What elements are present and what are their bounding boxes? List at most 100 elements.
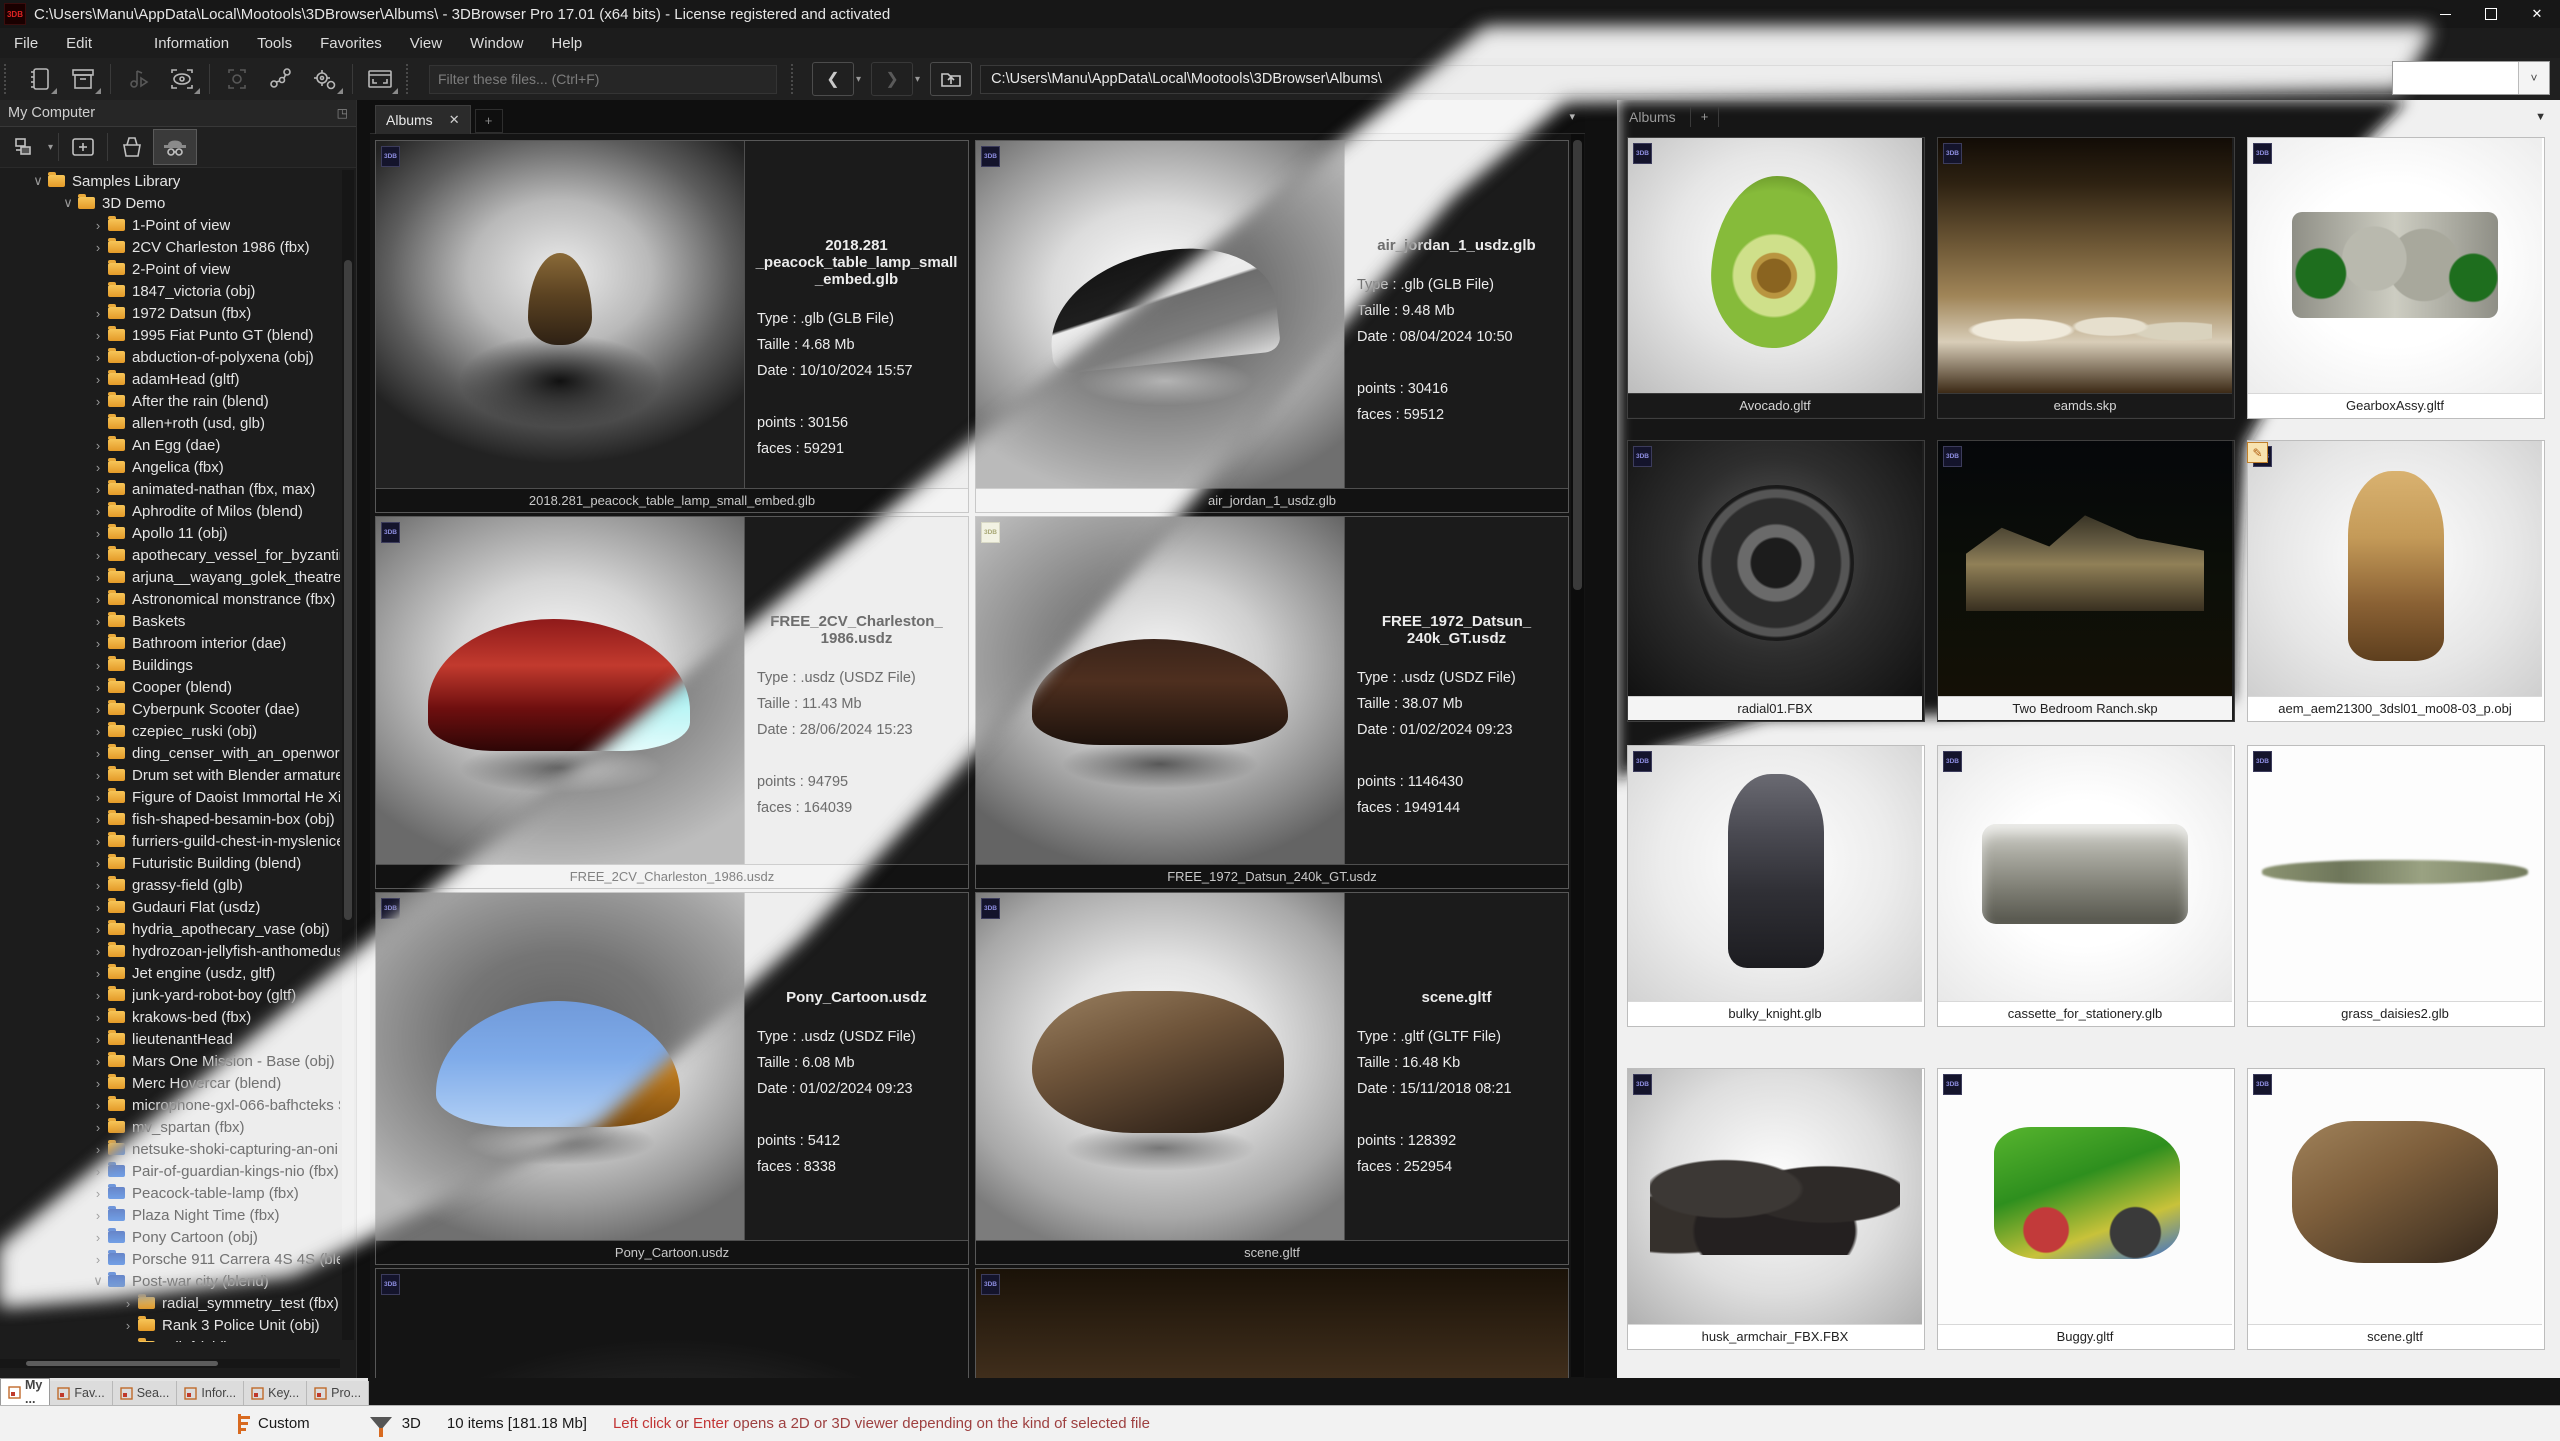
- tree-horizontal-scrollbar[interactable]: [0, 1359, 340, 1368]
- lock-button[interactable]: [111, 130, 153, 164]
- expander-icon[interactable]: ›: [90, 1164, 106, 1179]
- expander-icon[interactable]: ›: [90, 1230, 106, 1245]
- tab-albums-right[interactable]: Albums: [1617, 107, 1691, 127]
- tree-item[interactable]: › Peacock-table-lamp (fbx): [0, 1182, 340, 1204]
- path-input-light[interactable]: ˅: [2392, 61, 2550, 95]
- main-vertical-scrollbar[interactable]: [1571, 134, 1584, 1377]
- expander-icon[interactable]: ›: [90, 702, 106, 717]
- expander-icon[interactable]: ›: [90, 922, 106, 937]
- expander-icon[interactable]: ›: [90, 1076, 106, 1091]
- back-button[interactable]: ❮: [812, 62, 854, 96]
- menu-item[interactable]: View: [396, 35, 456, 52]
- expander-icon[interactable]: ›: [90, 658, 106, 673]
- tree-item[interactable]: › Baskets: [0, 610, 340, 632]
- model-caption[interactable]: grass_daisies2.glb: [2248, 1001, 2542, 1025]
- model-thumbnail[interactable]: 3DB: [376, 893, 744, 1240]
- tree-item[interactable]: › Bathroom interior (dae): [0, 632, 340, 654]
- tree-item[interactable]: › Gudauri Flat (usdz): [0, 896, 340, 918]
- expander-icon[interactable]: ›: [90, 680, 106, 695]
- share-icon-button[interactable]: [259, 61, 303, 97]
- tree-item[interactable]: › arjuna__wayang_golek_theatre_p: [0, 566, 340, 588]
- model-caption[interactable]: GearboxAssy.gltf: [2248, 393, 2542, 417]
- spy-incognito-button[interactable]: [153, 129, 197, 165]
- custom-filter-label[interactable]: Custom: [258, 1415, 310, 1432]
- model-thumbnail[interactable]: 3DB: [976, 141, 1344, 488]
- window-icon-button[interactable]: [358, 61, 402, 97]
- album-thumbnail-cell[interactable]: 3DB grass_daisies2.glb: [2247, 745, 2545, 1027]
- model-card[interactable]: 3DB scene.gltf Type : .gltf (GLTF File)T…: [975, 892, 1569, 1265]
- model-caption[interactable]: radial01.FBX: [1628, 696, 1922, 720]
- tree-item[interactable]: › Astronomical monstrance (fbx): [0, 588, 340, 610]
- tree-item[interactable]: › 1972 Datsun (fbx): [0, 302, 340, 324]
- model-card[interactable]: 3DB FREE_1972_Datsun_ 240k_GT.usdz Type …: [975, 516, 1569, 889]
- link-icon-button[interactable]: [215, 61, 259, 97]
- model-caption[interactable]: aem_aem21300_3dsl01_mo08-03_p.obj: [2248, 696, 2542, 720]
- expander-icon[interactable]: ›: [90, 1252, 106, 1267]
- expander-icon[interactable]: ›: [90, 1120, 106, 1135]
- tree-item[interactable]: › Futuristic Building (blend): [0, 852, 340, 874]
- filter-input[interactable]: [429, 65, 777, 94]
- expander-icon[interactable]: ›: [90, 636, 106, 651]
- expander-icon[interactable]: ›: [90, 966, 106, 981]
- tree-item[interactable]: › Pair-of-guardian-kings-nio (fbx): [0, 1160, 340, 1182]
- tree-item[interactable]: › hydrozoan-jellyfish-anthomedus: [0, 940, 340, 962]
- model-thumbnail[interactable]: 3DB: [1628, 441, 1922, 696]
- expander-icon[interactable]: ›: [120, 1318, 136, 1333]
- model-caption[interactable]: scene.gltf: [2248, 1324, 2542, 1348]
- forward-button[interactable]: ❯: [871, 62, 913, 96]
- model-caption[interactable]: FREE_2CV_Charleston_1986.usdz: [376, 864, 968, 888]
- model-caption[interactable]: bulky_knight.glb: [1628, 1001, 1922, 1025]
- album-thumbnail-cell[interactable]: 3DB cassette_for_stationery.glb: [1937, 745, 2235, 1027]
- tree-item[interactable]: › 1995 Fiat Punto GT (blend): [0, 324, 340, 346]
- model-thumbnail[interactable]: 3DB: [2248, 1069, 2542, 1324]
- tab-albums[interactable]: Albums ✕: [375, 105, 471, 134]
- expander-icon[interactable]: ›: [90, 790, 106, 805]
- path-input[interactable]: C:\Users\Manu\AppData\Local\Mootools\3DB…: [980, 65, 2548, 94]
- expander-icon[interactable]: ›: [90, 240, 106, 255]
- menu-item[interactable]: Favorites: [306, 35, 396, 52]
- model-caption[interactable]: air_jordan_1_usdz.glb: [976, 488, 1568, 512]
- menu-item[interactable]: Help: [537, 35, 596, 52]
- tree-item[interactable]: › furriers-guild-chest-in-myslenice: [0, 830, 340, 852]
- quick-view-icon-button[interactable]: [160, 61, 204, 97]
- expander-icon[interactable]: ∨: [60, 195, 76, 211]
- album-thumbnail-cell[interactable]: 3DB bulky_knight.glb: [1627, 745, 1925, 1027]
- tree-item[interactable]: › animated-nathan (fbx, max): [0, 478, 340, 500]
- expander-icon[interactable]: ›: [90, 1032, 106, 1047]
- sidebar-bottom-tab[interactable]: Key...: [244, 1381, 307, 1405]
- tree-item[interactable]: › radial_symmetry_test (fbx): [0, 1292, 340, 1314]
- model-thumbnail[interactable]: 3DB: [376, 517, 744, 864]
- expander-icon[interactable]: ›: [90, 944, 106, 959]
- tree-item[interactable]: › Figure of Daoist Immortal He Xia: [0, 786, 340, 808]
- tree-view-caret[interactable]: ▾: [48, 142, 53, 153]
- tree-item[interactable]: › Rank 3 Police Unit (obj): [0, 1314, 340, 1336]
- expander-icon[interactable]: ›: [90, 1098, 106, 1113]
- tab-list-caret-icon[interactable]: ▼: [2535, 111, 2546, 123]
- model-thumbnail[interactable]: 3DB: [1628, 138, 1922, 393]
- expander-icon[interactable]: ›: [90, 1054, 106, 1069]
- settings-gear-icon-button[interactable]: [303, 61, 347, 97]
- tree-item[interactable]: › microphone-gxl-066-bafhcteks S: [0, 1094, 340, 1116]
- expander-icon[interactable]: ›: [90, 218, 106, 233]
- tree-vertical-scrollbar[interactable]: [342, 170, 354, 1340]
- model-caption[interactable]: Two Bedroom Ranch.skp: [1938, 696, 2232, 720]
- tree-item[interactable]: › apothecary_vessel_for_byzantine: [0, 544, 340, 566]
- album-thumbnail-cell[interactable]: 3DB Avocado.gltf: [1627, 137, 1925, 419]
- tree-item[interactable]: › mv_spartan (fbx): [0, 1116, 340, 1138]
- new-tab-button-right[interactable]: +: [1691, 107, 1720, 127]
- tree-item[interactable]: › hydria_apothecary_vase (obj): [0, 918, 340, 940]
- model-thumbnail[interactable]: 3DB: [1938, 138, 2232, 393]
- expander-icon[interactable]: ›: [90, 460, 106, 475]
- tree-item[interactable]: › An Egg (dae): [0, 434, 340, 456]
- pin-panel-icon[interactable]: ◳: [337, 106, 348, 120]
- menu-item[interactable]: Edit: [52, 35, 106, 52]
- sidebar-bottom-tab[interactable]: Fav...: [50, 1381, 112, 1405]
- close-button[interactable]: ✕: [2514, 0, 2560, 28]
- tree-item[interactable]: › Plaza Night Time (fbx): [0, 1204, 340, 1226]
- album-thumbnail-cell[interactable]: 3DB Buggy.gltf: [1937, 1068, 2235, 1350]
- expander-icon[interactable]: ›: [90, 1186, 106, 1201]
- toolbar-grip[interactable]: [4, 64, 13, 94]
- tree-item[interactable]: › Mars One Mission - Base (obj): [0, 1050, 340, 1072]
- model-thumbnail[interactable]: 3DB: [976, 517, 1344, 864]
- custom-filter-icon[interactable]: [232, 1414, 248, 1434]
